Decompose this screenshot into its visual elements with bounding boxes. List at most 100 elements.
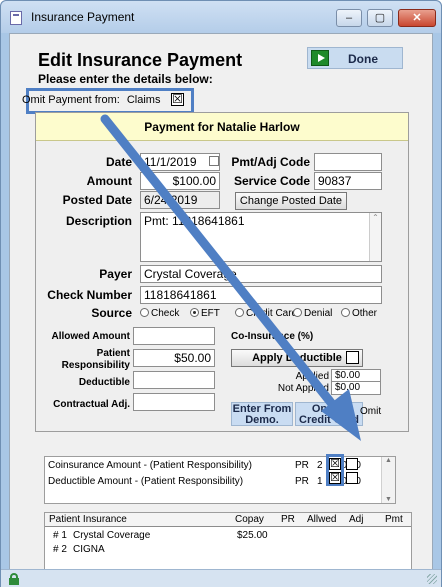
omit-claims-checkbox[interactable]: ☒ bbox=[171, 93, 184, 106]
omit-coinsurance-checkbox[interactable]: ☒ bbox=[329, 458, 341, 470]
source-radio-check[interactable]: Check bbox=[140, 308, 179, 319]
source-option-label: Other bbox=[352, 308, 378, 319]
chevron-up-icon[interactable]: ▲ bbox=[382, 457, 395, 464]
source-radio-other[interactable]: Other bbox=[341, 308, 377, 319]
column-header: Adj bbox=[349, 514, 364, 525]
omit-payment-text: Omit Payment from: bbox=[22, 94, 120, 106]
column-header: PR bbox=[281, 514, 295, 525]
adjustment-code: PR bbox=[295, 476, 309, 487]
adjustment-checkbox[interactable] bbox=[346, 458, 358, 470]
table-row[interactable]: # 1 Crystal Coverage $25.00 bbox=[45, 529, 411, 543]
service-code-label: Service Code bbox=[233, 174, 310, 188]
adjustment-label: Coinsurance Amount - (Patient Responsibi… bbox=[48, 460, 252, 471]
posted-date-label: Posted Date bbox=[62, 193, 132, 207]
title-bar: Insurance Payment – ▢ ✕ bbox=[1, 1, 441, 33]
online-credit-card-button[interactable]: Online Credit Card bbox=[295, 402, 363, 426]
radio-icon bbox=[293, 308, 302, 317]
radio-icon bbox=[235, 308, 244, 317]
calendar-icon[interactable] bbox=[209, 156, 219, 166]
date-field[interactable]: 11/1/2019 bbox=[140, 153, 220, 171]
not-applied-label: Not Applied bbox=[277, 383, 329, 394]
omit-column-header: Omit bbox=[360, 406, 382, 417]
payer-field[interactable]: Crystal Coverage bbox=[140, 265, 382, 283]
source-option-label: Check bbox=[151, 308, 180, 319]
service-code-field[interactable]: 90837 bbox=[314, 172, 382, 190]
dialog-body: Edit Insurance Payment Please enter the … bbox=[9, 33, 433, 587]
check-number-field[interactable]: 11818641861 bbox=[140, 286, 382, 304]
status-bar bbox=[1, 569, 441, 587]
list-item[interactable]: Coinsurance Amount - (Patient Responsibi… bbox=[45, 458, 361, 474]
source-option-label: Credit Card bbox=[246, 308, 298, 319]
insurance-name: Crystal Coverage bbox=[73, 530, 151, 541]
adjustment-code: PR bbox=[295, 460, 309, 471]
adjustment-group: 1 bbox=[317, 476, 323, 487]
description-label: Description bbox=[65, 214, 132, 228]
payment-panel: Payment for Natalie Harlow Date 11/1/201… bbox=[35, 112, 409, 432]
radio-icon bbox=[140, 308, 149, 317]
amount-field[interactable]: $100.00 bbox=[140, 172, 220, 190]
source-label: Source bbox=[91, 306, 132, 320]
insurance-index: # 2 bbox=[53, 544, 67, 555]
radio-selected-icon bbox=[190, 308, 199, 317]
column-header: Copay bbox=[235, 514, 264, 525]
date-label: Date bbox=[105, 155, 132, 169]
chevron-up-icon[interactable]: ⌃ bbox=[369, 213, 381, 261]
page-subtitle: Please enter the details below: bbox=[38, 72, 213, 86]
window-title: Insurance Payment bbox=[31, 10, 135, 24]
source-radio-denial[interactable]: Denial bbox=[293, 308, 332, 319]
list-scrollbar[interactable]: ▲ ▼ bbox=[381, 457, 395, 503]
insurance-index: # 1 bbox=[53, 530, 67, 541]
source-radio-eft[interactable]: EFT bbox=[190, 308, 220, 319]
payer-label: Payer bbox=[99, 267, 132, 281]
check-number-label: Check Number bbox=[47, 288, 132, 302]
table-row[interactable]: # 2 CIGNA bbox=[45, 543, 411, 557]
insurance-payment-window: Insurance Payment – ▢ ✕ Edit Insurance P… bbox=[0, 0, 442, 587]
omit-payment-label: Omit Payment from: Claims bbox=[22, 94, 160, 106]
source-option-label: Denial bbox=[304, 308, 333, 319]
adjustment-group: 2 bbox=[317, 460, 323, 471]
pmt-adj-code-field[interactable] bbox=[314, 153, 382, 171]
allowed-amount-field[interactable] bbox=[133, 327, 215, 345]
column-header: Patient Insurance bbox=[49, 514, 127, 525]
omit-deductible-checkbox[interactable]: ☒ bbox=[329, 472, 341, 484]
change-posted-date-button[interactable]: Change Posted Date bbox=[235, 192, 347, 210]
maximize-button[interactable]: ▢ bbox=[367, 9, 393, 27]
table-header: Patient Insurance Copay PR Allwed Adj Pm… bbox=[45, 513, 411, 527]
source-option-label: EFT bbox=[201, 308, 220, 319]
apply-deductible-checkbox[interactable] bbox=[346, 351, 359, 364]
document-icon bbox=[10, 11, 22, 25]
chevron-down-icon[interactable]: ▼ bbox=[382, 496, 395, 503]
lock-icon bbox=[9, 573, 19, 585]
source-radio-group: Check EFT Credit Card Denial Other bbox=[140, 308, 380, 322]
adjustment-checkbox[interactable] bbox=[346, 472, 358, 484]
column-header: Allwed bbox=[307, 514, 337, 525]
minimize-button[interactable]: – bbox=[336, 9, 362, 27]
patient-responsibility-field[interactable]: $50.00 bbox=[133, 349, 215, 367]
done-label: Done bbox=[348, 52, 378, 66]
apply-deductible-button[interactable]: Apply Deductible bbox=[231, 349, 363, 367]
deductible-label: Deductible bbox=[78, 377, 130, 388]
deductible-field[interactable] bbox=[133, 371, 215, 389]
close-button[interactable]: ✕ bbox=[398, 9, 436, 27]
contractual-adj-label: Contractual Adj. bbox=[53, 399, 130, 410]
radio-icon bbox=[341, 308, 350, 317]
patient-responsibility-label: Patient Responsibility bbox=[61, 348, 130, 371]
applied-label: Applied bbox=[295, 371, 329, 382]
insurance-name: CIGNA bbox=[73, 544, 105, 555]
adjustment-label: Deductible Amount - (Patient Responsibil… bbox=[48, 476, 244, 487]
pmt-adj-code-label: Pmt/Adj Code bbox=[231, 155, 310, 169]
play-icon bbox=[311, 50, 329, 66]
posted-date-field: 6/24/2019 bbox=[140, 191, 220, 209]
allowed-amount-label: Allowed Amount bbox=[51, 331, 130, 342]
list-item[interactable]: Deductible Amount - (Patient Responsibil… bbox=[45, 474, 361, 490]
insurance-copay: $25.00 bbox=[237, 530, 268, 541]
done-button[interactable]: Done bbox=[307, 47, 403, 69]
page-title: Edit Insurance Payment bbox=[38, 50, 243, 70]
enter-from-demo-button[interactable]: Enter From Demo. bbox=[231, 402, 293, 426]
resize-grip[interactable] bbox=[427, 574, 437, 584]
contractual-adj-field[interactable] bbox=[133, 393, 215, 411]
not-applied-field[interactable]: $0.00 bbox=[331, 381, 381, 395]
description-field[interactable]: Pmt: 11818641861 bbox=[140, 212, 382, 262]
source-radio-credit-card[interactable]: Credit Card bbox=[235, 308, 297, 319]
omit-payment-target: Claims bbox=[126, 94, 161, 106]
